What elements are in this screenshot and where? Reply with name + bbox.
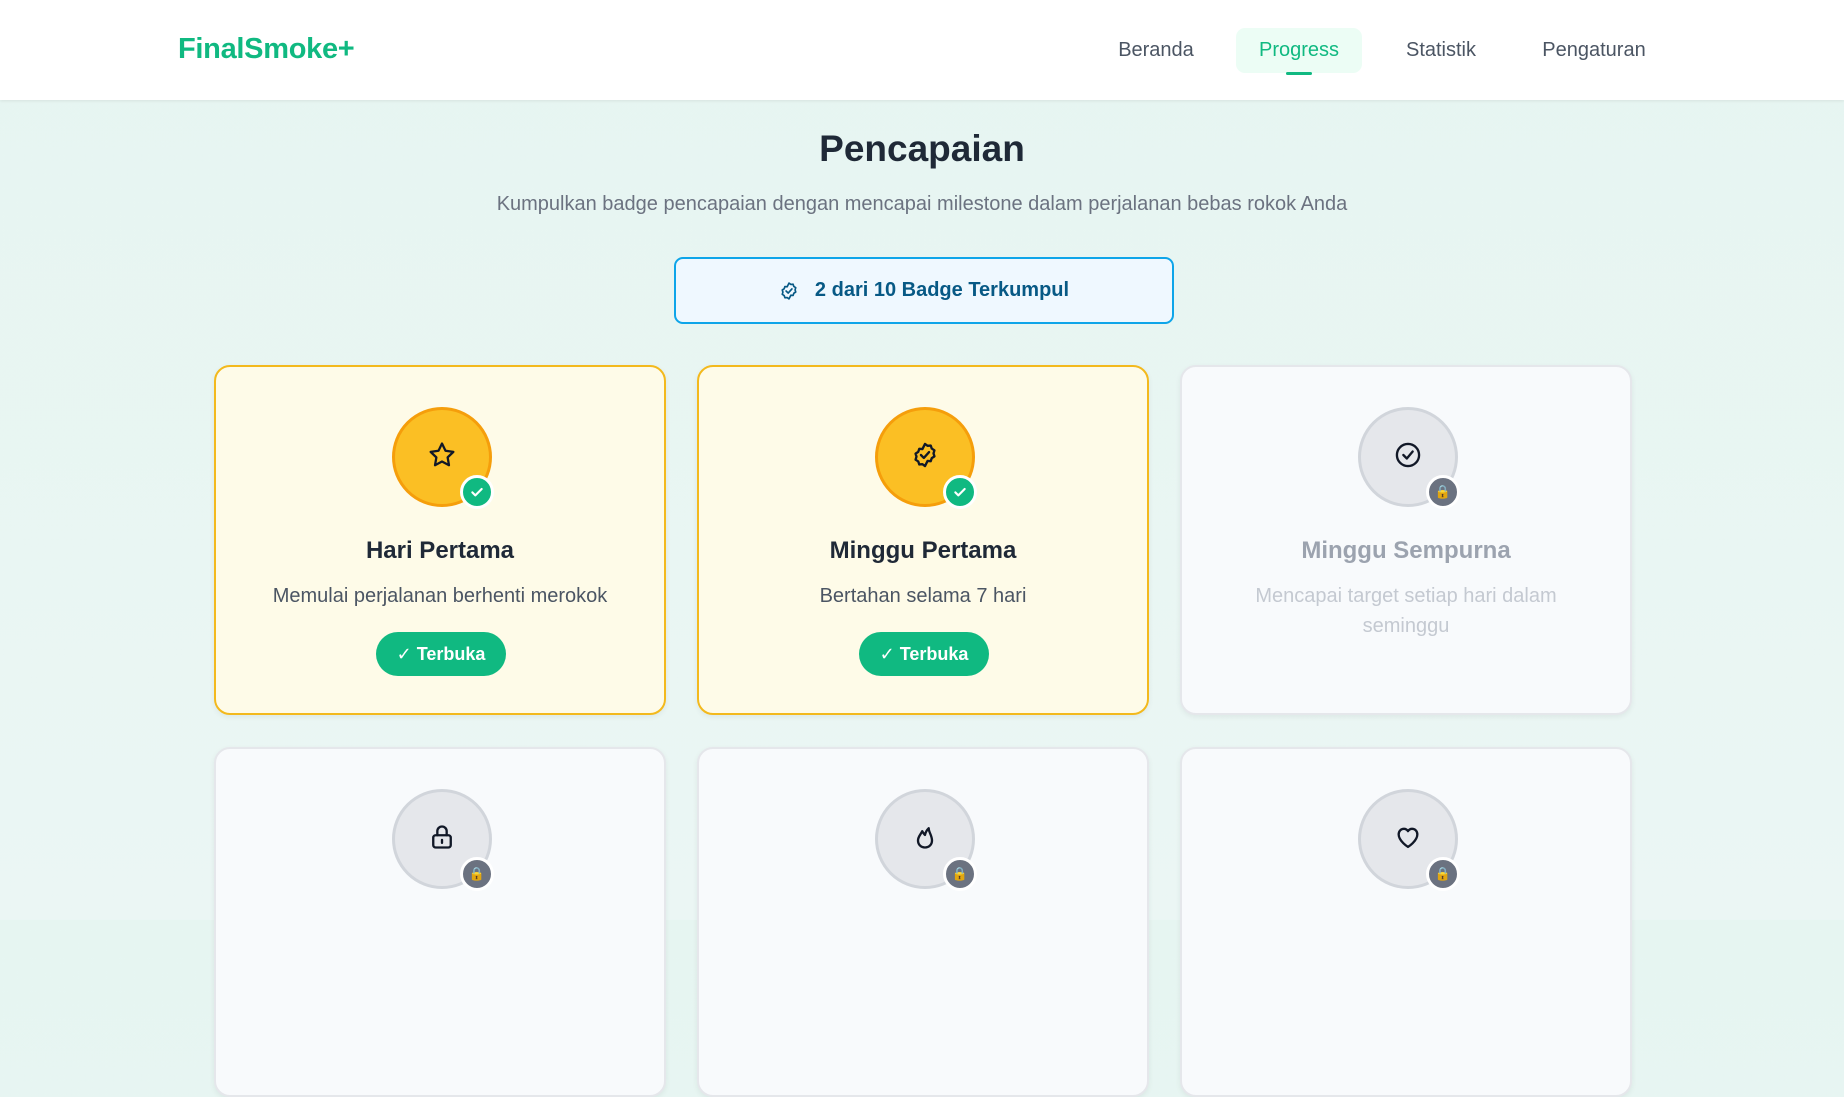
badge-description: Memulai perjalanan berhenti merokok — [272, 585, 608, 607]
brand-logo[interactable]: FinalSmoke+ — [178, 33, 355, 66]
badge-card-minggu-pertama[interactable]: Minggu Pertama Bertahan selama 7 hari ✓ … — [697, 365, 1149, 715]
top-navbar: FinalSmoke+ Beranda Progress Statistik P… — [0, 0, 1844, 100]
lock-open-icon — [428, 823, 456, 856]
seal-check-icon — [911, 441, 939, 474]
lock-icon: 🔒 — [460, 857, 494, 891]
badge-title: Hari Pertama — [365, 537, 515, 564]
badge-card-minggu-sempurna[interactable]: 🔒 Minggu Sempurna Mencapai target setiap… — [1180, 365, 1632, 715]
badge-status-pill: ✓ Terbuka — [859, 632, 989, 676]
circle-check-icon — [1394, 441, 1422, 474]
nav-item-beranda[interactable]: Beranda — [1108, 28, 1204, 73]
lock-icon: 🔒 — [1426, 857, 1460, 891]
badge-card-locked-6[interactable]: 🔒 — [1180, 747, 1632, 1097]
nav-item-progress[interactable]: Progress — [1236, 28, 1362, 75]
unlocked-check-icon — [943, 475, 977, 509]
heart-icon — [1394, 823, 1422, 856]
lock-icon: 🔒 — [1426, 475, 1460, 509]
badge-title: Minggu Sempurna — [1301, 537, 1511, 564]
badge-card-locked-5[interactable]: 🔒 — [697, 747, 1149, 1097]
badge-summary-text: 2 dari 10 Badge Terkumpul — [814, 279, 1070, 301]
page-subtitle: Kumpulkan badge pencapaian dengan mencap… — [496, 193, 1348, 215]
badge-status-pill: ✓ Terbuka — [376, 632, 506, 676]
badge-description: Bertahan selama 7 hari — [819, 585, 1027, 607]
badge-summary: 2 dari 10 Badge Terkumpul — [674, 257, 1174, 324]
badge-card-hari-pertama[interactable]: Hari Pertama Memulai perjalanan berhenti… — [214, 365, 666, 715]
nav-item-statistik[interactable]: Statistik — [1391, 28, 1491, 73]
nav-item-pengaturan[interactable]: Pengaturan — [1526, 28, 1662, 73]
unlocked-check-icon — [460, 475, 494, 509]
badge-description: Mencapai target setiap hari dalam seming… — [1255, 585, 1557, 637]
lock-icon: 🔒 — [943, 857, 977, 891]
page-title: Pencapaian — [819, 128, 1025, 169]
badge-title: Minggu Pertama — [829, 537, 1017, 564]
badge-card-locked-4[interactable]: 🔒 — [214, 747, 666, 1097]
flame-icon — [911, 823, 939, 856]
star-icon — [427, 440, 457, 475]
badge-check-icon — [779, 281, 799, 301]
